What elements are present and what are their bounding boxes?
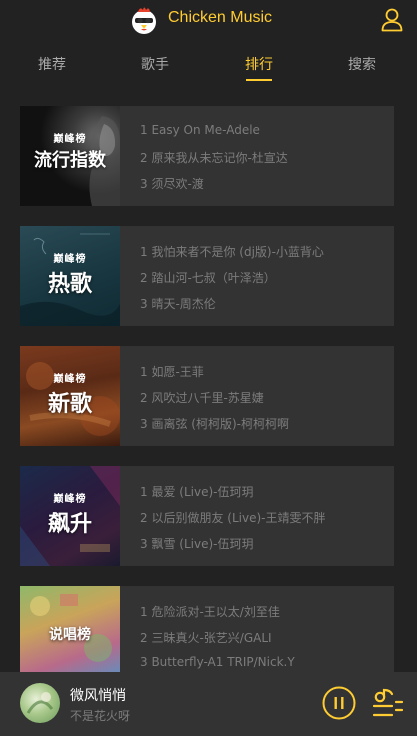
rank-cover-title: 热歌 — [47, 272, 92, 297]
rank-song: 2 风吹过八千里-苏星婕 — [140, 391, 264, 405]
rank-song: 1 Easy On Me-Adele — [140, 123, 260, 137]
rank-badge: 巅峰榜 — [53, 494, 87, 505]
rank-cover: 说唱榜 — [20, 586, 120, 672]
rank-cover-title: 说唱榜 — [49, 627, 91, 643]
rank-song: 3 晴天-周杰伦 — [140, 297, 216, 311]
tab-bar: 推荐 歌手 排行 搜索 — [0, 44, 417, 88]
playlist-icon[interactable] — [372, 688, 404, 720]
rank-song-list: 1 最爱 (Live)-伍珂玥 2 以后别做朋友 (Live)-王靖雯不胖 3 … — [120, 466, 394, 566]
tab-search[interactable]: 搜索 — [332, 54, 392, 74]
rank-song: 3 须尽欢-渡 — [140, 177, 204, 191]
rank-item[interactable]: 巅峰榜 飙升 1 最爱 (Live)-伍珂玥 2 以后别做朋友 (Live)-王… — [20, 466, 394, 566]
rank-cover-title: 飙升 — [47, 512, 92, 537]
rank-cover-title: 新歌 — [47, 392, 92, 417]
rank-badge: 巅峰榜 — [53, 254, 87, 265]
tab-label: 排行 — [245, 57, 273, 73]
rank-badge: 巅峰榜 — [53, 134, 87, 145]
mini-player-song-name: 微风悄悄 — [70, 688, 126, 704]
app: Chicken Music 推荐 歌手 排行 搜索 巅峰榜 流行指数 1 Eas… — [0, 0, 417, 736]
rank-item[interactable]: 巅峰榜 流行指数 1 Easy On Me-Adele 2 原来我从未忘记你-杜… — [20, 106, 394, 206]
rank-song: 3 画离弦 (柯柯版)-柯柯柯啊 — [140, 417, 289, 431]
rank-song-list: 1 危险派对-王以太/刘至佳 2 三昧真火-张艺兴/GALI 3 Butterf… — [120, 586, 394, 686]
rank-badge: 巅峰榜 — [53, 374, 87, 385]
rank-song: 2 以后别做朋友 (Live)-王靖雯不胖 — [140, 511, 326, 525]
app-title: Chicken Music — [168, 9, 273, 26]
rank-song: 2 原来我从未忘记你-杜宣达 — [140, 151, 288, 165]
tab-recommend[interactable]: 推荐 — [22, 54, 82, 74]
rank-cover-title: 流行指数 — [34, 150, 106, 171]
rank-cover: 巅峰榜 飙升 — [20, 466, 120, 566]
rank-song: 1 我怕来者不是你 (dj版)-小蓝背心 — [140, 245, 324, 259]
rank-song-list: 1 Easy On Me-Adele 2 原来我从未忘记你-杜宣达 3 须尽欢-… — [120, 106, 394, 206]
tab-singer[interactable]: 歌手 — [125, 54, 185, 74]
header: Chicken Music — [0, 0, 417, 42]
rank-song: 3 飘雪 (Live)-伍珂玥 — [140, 537, 254, 551]
user-icon[interactable] — [381, 8, 403, 32]
tab-label: 推荐 — [38, 57, 66, 73]
cover-art — [26, 692, 54, 714]
tab-rank[interactable]: 排行 — [229, 54, 289, 81]
rank-song: 3 Butterfly-A1 TRIP/Nick.Y — [140, 655, 295, 669]
rank-song: 1 如愿-王菲 — [140, 365, 204, 379]
tab-label: 搜索 — [348, 57, 376, 73]
rank-cover: 巅峰榜 热歌 — [20, 226, 120, 326]
rank-song: 2 踏山河-七叔（叶泽浩） — [140, 271, 276, 285]
mini-player-singer: 不是花火呀 — [70, 709, 131, 723]
rank-song-list: 1 我怕来者不是你 (dj版)-小蓝背心 2 踏山河-七叔（叶泽浩） 3 晴天-… — [120, 226, 394, 326]
tab-label: 歌手 — [141, 57, 169, 73]
rank-cover: 巅峰榜 流行指数 — [20, 106, 120, 206]
rank-song: 2 三昧真火-张艺兴/GALI — [140, 631, 272, 645]
rank-item[interactable]: 说唱榜 1 危险派对-王以太/刘至佳 2 三昧真火-张艺兴/GALI 3 But… — [20, 586, 394, 672]
pause-icon[interactable] — [322, 686, 356, 720]
rank-item[interactable]: 巅峰榜 新歌 1 如愿-王菲 2 风吹过八千里-苏星婕 3 画离弦 (柯柯版)-… — [20, 346, 394, 446]
rank-cover: 巅峰榜 新歌 — [20, 346, 120, 446]
active-tab-indicator — [246, 79, 272, 81]
chicken-logo-icon — [132, 7, 156, 34]
mini-player[interactable]: 微风悄悄 不是花火呀 — [0, 672, 417, 736]
mini-player-cover — [20, 683, 60, 723]
rank-song: 1 最爱 (Live)-伍珂玥 — [140, 485, 254, 499]
rank-song: 1 危险派对-王以太/刘至佳 — [140, 605, 280, 619]
rank-item[interactable]: 巅峰榜 热歌 1 我怕来者不是你 (dj版)-小蓝背心 2 踏山河-七叔（叶泽浩… — [20, 226, 394, 326]
rank-song-list: 1 如愿-王菲 2 风吹过八千里-苏星婕 3 画离弦 (柯柯版)-柯柯柯啊 — [120, 346, 394, 446]
